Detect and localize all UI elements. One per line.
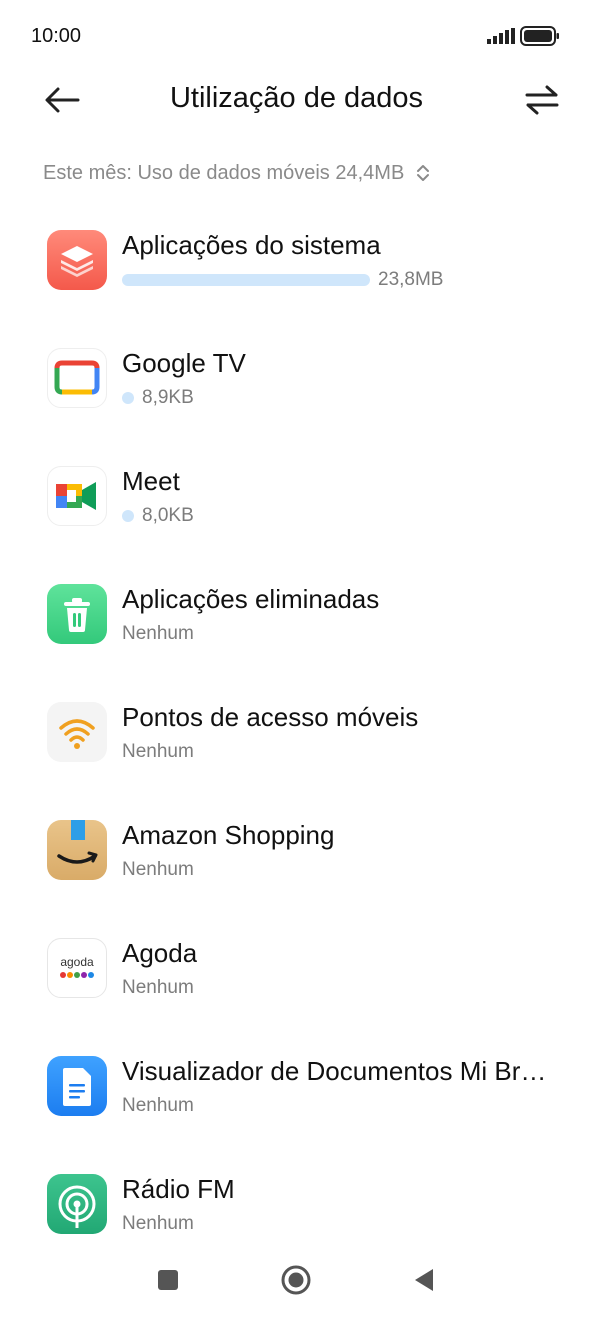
usage-dot	[122, 392, 134, 404]
app-row-fm-radio[interactable]: Rádio FM Nenhum	[0, 1144, 593, 1237]
trash-icon	[47, 584, 107, 644]
app-name: Visualizador de Documentos Mi Browser	[122, 1056, 552, 1086]
app-row-document-viewer[interactable]: Visualizador de Documentos Mi Browser Ne…	[0, 1026, 593, 1144]
app-usage: 8,9KB	[122, 386, 194, 410]
square-icon	[158, 1270, 178, 1290]
usage-value: Nenhum	[122, 623, 194, 644]
usage-bar	[122, 274, 370, 286]
app-row-system[interactable]: Aplicações do sistema 23,8MB	[0, 200, 593, 318]
filter-label: Este mês: Uso de dados móveis 24,4MB	[43, 161, 405, 184]
usage-value: Nenhum	[122, 1213, 194, 1234]
app-usage: Nenhum	[122, 740, 194, 764]
home-button[interactable]	[278, 1262, 314, 1298]
app-row-google-tv[interactable]: Google TV 8,9KB	[0, 318, 593, 436]
app-name: Meet	[122, 466, 180, 496]
usage-dot	[122, 510, 134, 522]
app-usage: Nenhum	[122, 1094, 194, 1118]
usage-value: 23,8MB	[378, 269, 444, 290]
app-name: Pontos de acesso móveis	[122, 702, 419, 732]
usage-value: Nenhum	[122, 741, 194, 762]
data-usage-filter[interactable]: Este mês: Uso de dados móveis 24,4MB	[43, 160, 430, 186]
navigation-bar	[0, 1238, 593, 1318]
usage-value: Nenhum	[122, 1095, 194, 1116]
signal-icon	[487, 28, 515, 44]
app-row-amazon[interactable]: Amazon Shopping Nenhum	[0, 790, 593, 908]
amazon-icon	[47, 820, 107, 880]
radio-icon	[47, 1174, 107, 1234]
app-usage: 23,8MB	[122, 268, 443, 292]
usage-value: 8,0KB	[142, 505, 194, 526]
triangle-back-icon	[415, 1269, 433, 1291]
app-list[interactable]: Aplicações do sistema 23,8MB Google TV 8…	[0, 200, 593, 1237]
app-usage: Nenhum	[122, 622, 194, 646]
status-bar: 10:00	[0, 0, 593, 72]
battery-icon	[520, 26, 559, 46]
circle-home-icon	[281, 1265, 311, 1295]
app-name: Aplicações eliminadas	[122, 584, 380, 614]
svg-text:agoda: agoda	[60, 955, 94, 969]
nav-back-button[interactable]	[406, 1262, 442, 1298]
app-name: Aplicações do sistema	[122, 230, 381, 260]
app-row-deleted-apps[interactable]: Aplicações eliminadas Nenhum	[0, 554, 593, 672]
usage-value: 8,9KB	[142, 387, 194, 408]
page-title: Utilização de dados	[169, 82, 424, 114]
app-name: Google TV	[122, 348, 246, 378]
app-usage: 8,0KB	[122, 504, 194, 528]
wifi-icon	[47, 702, 107, 762]
recents-button[interactable]	[150, 1262, 186, 1298]
google-meet-icon	[47, 466, 107, 526]
layers-icon	[47, 230, 107, 290]
google-tv-icon	[47, 348, 107, 408]
usage-value: Nenhum	[122, 859, 194, 880]
app-name: Agoda	[122, 938, 198, 968]
swap-arrows-icon	[525, 85, 559, 115]
chevron-up-down-icon	[417, 165, 430, 181]
app-row-hotspot[interactable]: Pontos de acesso móveis Nenhum	[0, 672, 593, 790]
app-row-agoda[interactable]: agoda Agoda Nenhum	[0, 908, 593, 1026]
status-time: 10:00	[31, 25, 82, 47]
app-name: Rádio FM	[122, 1174, 235, 1204]
agoda-icon: agoda	[47, 938, 107, 998]
app-row-meet[interactable]: Meet 8,0KB	[0, 436, 593, 554]
app-usage: Nenhum	[122, 976, 194, 1000]
header: Utilização de dados	[0, 72, 593, 130]
app-usage: Nenhum	[122, 1212, 194, 1236]
app-name: Amazon Shopping	[122, 820, 335, 850]
usage-value: Nenhum	[122, 977, 194, 998]
document-icon	[47, 1056, 107, 1116]
swap-button[interactable]	[520, 82, 564, 118]
app-usage: Nenhum	[122, 858, 194, 882]
